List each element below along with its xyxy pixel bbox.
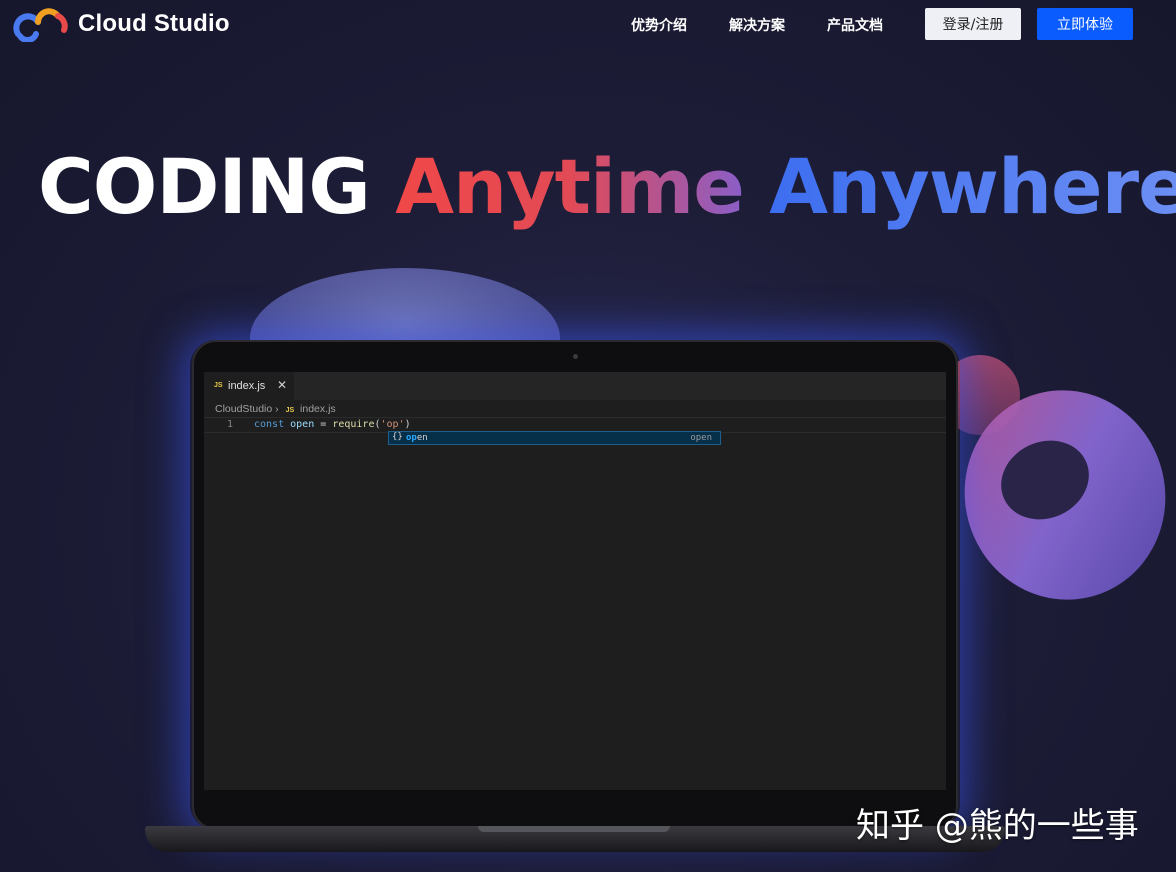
cloud-studio-logo-icon[interactable]	[12, 6, 68, 42]
zhihu-watermark: 知乎 @熊的一些事	[856, 806, 1139, 846]
code-editor[interactable]: JS index.js ✕ CloudStudio › JS index.js …	[204, 372, 946, 790]
nav-advantages[interactable]: 优势介绍	[631, 15, 687, 35]
code-string: 'op'	[380, 419, 405, 430]
top-nav: Cloud Studio 优势介绍 解决方案 产品文档 登录/注册 立即体验	[0, 0, 1176, 50]
breadcrumb-root[interactable]: CloudStudio	[215, 403, 272, 415]
tab-label: index.js	[228, 380, 266, 392]
brand-name[interactable]: Cloud Studio	[78, 10, 230, 38]
hero-word-anywhere: Anywhere	[769, 142, 1176, 231]
suggestion-label: open	[406, 433, 428, 443]
login-register-button[interactable]: 登录/注册	[925, 8, 1021, 40]
chevron-right-icon: ›	[275, 403, 279, 415]
breadcrumb: CloudStudio › JS index.js	[215, 403, 336, 415]
js-file-icon: JS	[214, 382, 223, 389]
nav-solutions[interactable]: 解决方案	[729, 15, 785, 35]
nav-docs[interactable]: 产品文档	[827, 15, 883, 35]
code-variable: open	[290, 419, 315, 430]
line-number: 1	[227, 419, 234, 430]
hero-word-coding: CODING	[38, 142, 371, 231]
code-function: require	[332, 419, 375, 430]
try-now-button[interactable]: 立即体验	[1037, 8, 1133, 40]
editor-tab-bar: JS index.js ✕	[204, 372, 946, 400]
laptop-camera	[573, 354, 578, 359]
autocomplete-suggestion[interactable]: {} open open	[388, 431, 721, 445]
tab-index-js[interactable]: JS index.js ✕	[204, 372, 294, 400]
code-line[interactable]: const open = require('op')	[254, 419, 411, 430]
close-icon[interactable]: ✕	[277, 378, 287, 392]
js-file-icon: JS	[285, 407, 295, 414]
hero-headline: CODING Anytime Anywhere	[38, 142, 1176, 232]
code-operator: =	[320, 419, 327, 430]
suggestion-detail: open	[690, 433, 712, 443]
decorative-torus-icon	[940, 355, 1166, 600]
laptop-notch	[478, 826, 670, 832]
code-keyword: const	[254, 419, 285, 430]
hero-word-anytime: Anytime	[395, 142, 745, 231]
module-icon: {}	[392, 432, 403, 442]
breadcrumb-file[interactable]: index.js	[300, 403, 336, 415]
